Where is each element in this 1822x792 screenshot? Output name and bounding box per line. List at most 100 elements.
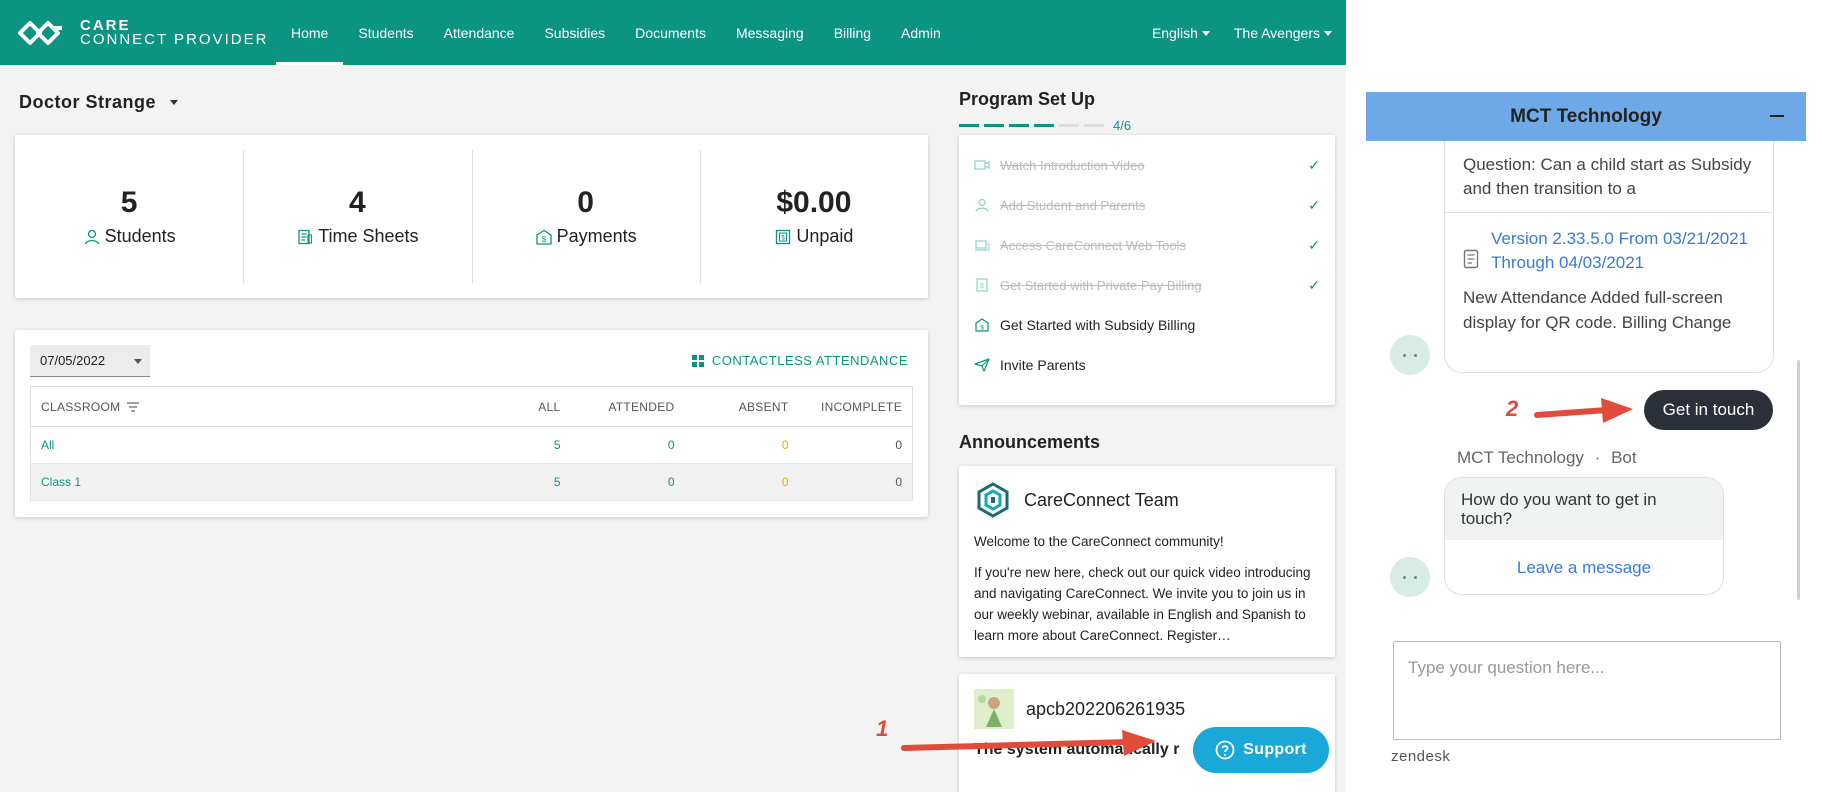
announcement-author: CareConnect Team (1024, 489, 1179, 510)
attended-count[interactable]: 0 (570, 426, 685, 464)
progress-segment (1009, 124, 1029, 127)
announcement-card[interactable]: CareConnect Team Welcome to the CareConn… (959, 466, 1335, 657)
table-header-row: CLASSROOM ALL ATTENDED ABSENT INCOMPLETE (30, 386, 913, 427)
support-button[interactable]: Support (1193, 727, 1329, 773)
incomplete-count: 0 (798, 463, 913, 501)
bot-avatar (1390, 557, 1430, 597)
date-select[interactable]: 07/05/2022 (30, 345, 150, 377)
stat-students[interactable]: 5 Students (15, 135, 243, 298)
filter-icon[interactable] (127, 402, 140, 412)
task-label: Get Started with Private Pay Billing (1000, 277, 1202, 293)
nav-students[interactable]: Students (343, 0, 428, 65)
stat-time-sheets[interactable]: 4 Time Sheets (243, 135, 471, 298)
language-dropdown[interactable]: English (1152, 25, 1210, 41)
progress-segment (1059, 124, 1079, 127)
invoice-icon: $ (776, 229, 791, 244)
chevron-down-icon (1324, 31, 1332, 37)
nav-messaging[interactable]: Messaging (721, 0, 819, 65)
chevron-down-icon (1201, 31, 1210, 37)
chat-scrollbar[interactable] (1797, 360, 1800, 600)
setup-progress: 4/6 (959, 118, 1131, 133)
classroom-link[interactable]: All (30, 426, 421, 464)
column-header-all: ALL (420, 386, 571, 427)
task-watch-intro-video[interactable]: Watch Introduction Video ✓ (959, 145, 1335, 185)
nav-documents[interactable]: Documents (620, 0, 721, 65)
help-icon (1215, 740, 1235, 760)
bot-article-card: Question: Can a child start as Subsidy a… (1444, 141, 1774, 373)
careconnect-team-logo (977, 482, 1009, 518)
stat-label: Time Sheets (318, 226, 419, 246)
task-access-web-tools[interactable]: Access CareConnect Web Tools ✓ (959, 225, 1335, 265)
task-label: Watch Introduction Video (1000, 157, 1145, 173)
zendesk-branding[interactable]: zendesk (1391, 748, 1450, 765)
support-label: Support (1243, 741, 1307, 758)
language-label: English (1151, 24, 1198, 41)
bot-separator: · (1594, 448, 1601, 467)
chat-conversation: Question: Can a child start as Subsidy a… (1366, 141, 1806, 621)
task-add-student-parents[interactable]: Add Student and Parents ✓ (959, 185, 1335, 225)
column-header-absent: ABSENT (684, 386, 799, 427)
top-navigation-bar: CARE CONNECT PROVIDER Home Students Atte… (0, 0, 1346, 65)
nav-admin[interactable]: Admin (886, 0, 956, 65)
account-dropdown[interactable]: The Avengers (1234, 25, 1332, 41)
progress-count: 4/6 (1113, 118, 1132, 133)
article-description: New Attendance Added full-screen display… (1463, 288, 1732, 332)
check-icon: ✓ (1308, 196, 1320, 213)
classroom-link[interactable]: Class 1 (30, 463, 421, 501)
column-header-incomplete: INCOMPLETE (798, 386, 913, 427)
announcement-body: If you're new here, check out our quick … (974, 565, 1311, 643)
grid-icon (691, 354, 704, 367)
progress-segment (984, 124, 1004, 127)
all-count[interactable]: 5 (420, 426, 571, 464)
nav-subsidies[interactable]: Subsidies (529, 0, 620, 65)
annotation-arrow-2 (1534, 398, 1633, 423)
svg-text:$: $ (541, 235, 546, 244)
attended-count[interactable]: 0 (570, 463, 685, 501)
bot-prompt: How do you want to get in touch? (1445, 478, 1723, 540)
contactless-attendance-button[interactable]: CONTACTLESS ATTENDANCE (691, 353, 908, 368)
nav-home[interactable]: Home (276, 0, 344, 65)
care-connect-logo[interactable]: CARE CONNECT PROVIDER (14, 18, 276, 48)
all-count[interactable]: 5 (420, 463, 571, 501)
stat-unpaid[interactable]: $0.00 $ Unpaid (699, 135, 928, 298)
release-notes-link[interactable]: Version 2.33.5.0 From 03/21/2021 Through… (1491, 227, 1755, 275)
table-row: All 5 0 0 0 (30, 426, 913, 464)
user-icon (84, 229, 99, 244)
attendance-table: CLASSROOM ALL ATTENDED ABSENT INCOMPLETE… (30, 386, 913, 501)
provider-selector[interactable]: Doctor Strange (19, 92, 179, 113)
get-in-touch-button[interactable]: Get in touch (1644, 390, 1773, 430)
logo-icon (18, 20, 62, 45)
nav-attendance[interactable]: Attendance (429, 0, 530, 65)
document-icon (1463, 249, 1479, 269)
program-setup-title: Program Set Up (959, 89, 1096, 109)
video-icon (974, 160, 990, 170)
task-label: Add Student and Parents (1000, 197, 1146, 213)
stat-label: Unpaid (796, 226, 854, 246)
check-icon: ✓ (1308, 156, 1320, 173)
table-row: Class 1 5 0 0 0 (30, 463, 913, 501)
svg-text:$: $ (980, 325, 984, 332)
svg-text:$: $ (980, 283, 984, 290)
stat-payments[interactable]: 0 $ Payments (471, 135, 700, 298)
annotation-marker-2: 2 (1506, 396, 1519, 421)
provider-name: Doctor Strange (19, 92, 157, 112)
column-header-classroom[interactable]: CLASSROOM (30, 386, 421, 427)
progress-segment (959, 124, 979, 127)
task-invite-parents[interactable]: Invite Parents (959, 345, 1335, 385)
attendance-card: 07/05/2022 CONTACTLESS ATTENDANCE CLASSR… (15, 330, 928, 517)
account-label: The Avengers (1233, 24, 1320, 41)
incomplete-count: 0 (798, 426, 913, 464)
task-private-pay-billing[interactable]: $ Get Started with Private Pay Billing ✓ (959, 265, 1335, 305)
logo-line-2: CONNECT PROVIDER (80, 30, 269, 48)
chat-message-input[interactable]: Type your question here... (1393, 641, 1781, 740)
minimize-icon[interactable] (1770, 115, 1784, 117)
stats-card: 5 Students 4 Time Sheets 0 $ Payments $0… (15, 135, 928, 298)
payment-icon: $ (535, 229, 552, 245)
nav-billing[interactable]: Billing (819, 0, 886, 65)
absent-count[interactable]: 0 (684, 426, 799, 464)
absent-count[interactable]: 0 (684, 463, 799, 501)
leave-message-option[interactable]: Leave a message (1445, 540, 1723, 578)
program-setup-card: Watch Introduction Video ✓ Add Student a… (959, 135, 1335, 405)
check-icon: ✓ (1308, 276, 1320, 293)
task-subsidy-billing[interactable]: $ Get Started with Subsidy Billing (959, 305, 1335, 345)
